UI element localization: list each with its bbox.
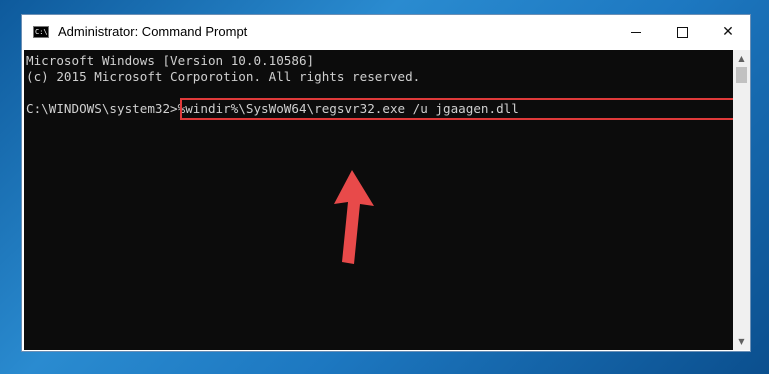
title-bar[interactable]: C:\ Administrator: Command Prompt ✕ — [22, 15, 750, 50]
minimize-icon — [631, 31, 641, 33]
cmd-app-icon: C:\ — [33, 26, 49, 38]
console-output[interactable]: Microsoft Windows [Version 10.0.10586] (… — [24, 50, 733, 350]
command-prompt-window: C:\ Administrator: Command Prompt ✕ Micr… — [21, 14, 751, 352]
console-line-copyright: (c) 2015 Microsoft Corporotion. All righ… — [26, 69, 421, 84]
close-icon: ✕ — [722, 24, 734, 40]
scroll-up-icon[interactable]: ▲ — [733, 50, 750, 67]
close-button[interactable]: ✕ — [705, 15, 751, 50]
vertical-scrollbar[interactable]: ▲ ▼ — [733, 50, 750, 350]
maximize-button[interactable] — [659, 15, 705, 50]
console-line-version: Microsoft Windows [Version 10.0.10586] — [26, 53, 315, 68]
window-title: Administrator: Command Prompt — [58, 24, 248, 39]
scroll-thumb[interactable] — [736, 67, 747, 83]
red-arrow-icon — [334, 170, 374, 264]
scroll-down-icon[interactable]: ▼ — [733, 333, 750, 350]
command-highlight-box — [180, 98, 733, 120]
minimize-button[interactable] — [613, 15, 659, 50]
maximize-icon — [676, 26, 688, 38]
